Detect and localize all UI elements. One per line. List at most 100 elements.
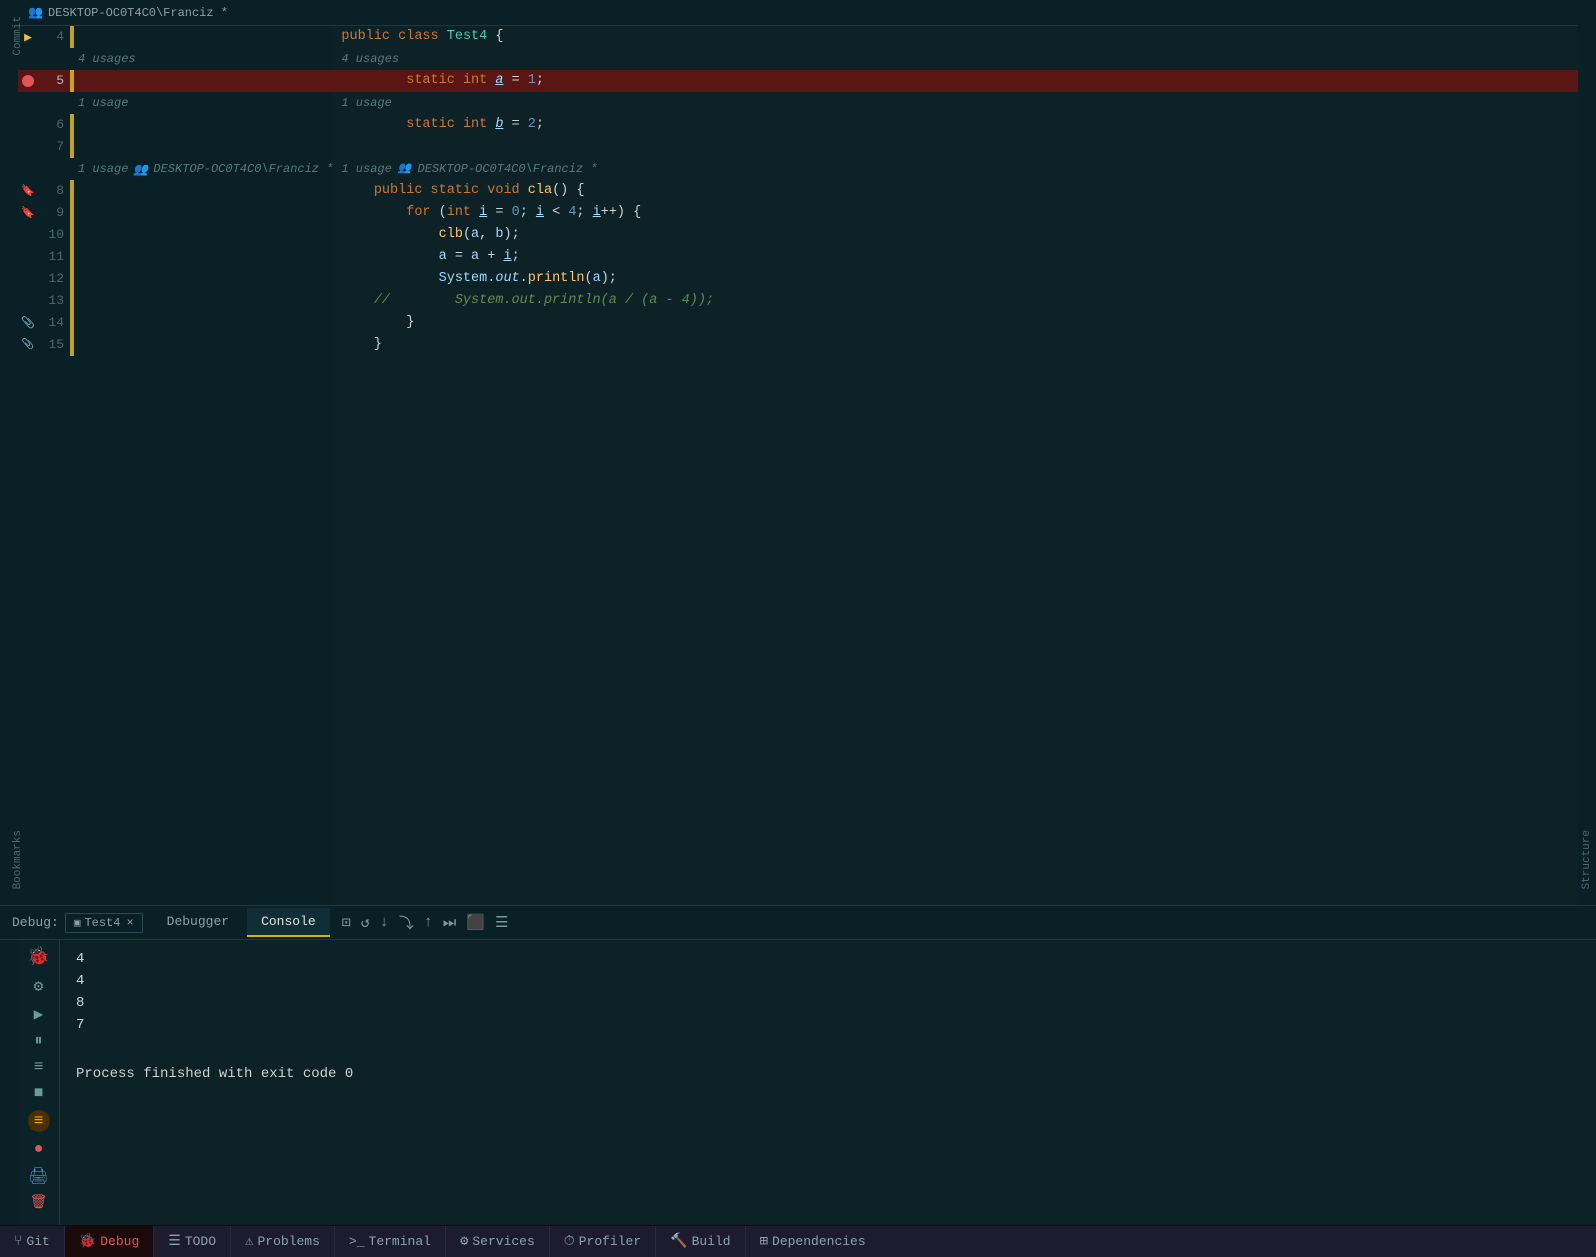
statusbar-problems[interactable]: ⚠ Problems (231, 1226, 335, 1257)
yellow-bar-4 (70, 26, 74, 48)
build-status-icon: 🔨 (670, 1233, 687, 1250)
debug-pause-icon[interactable]: ⏸ (34, 1032, 42, 1050)
console-output-area: 4 4 8 7 Process finished with exit code … (60, 940, 1596, 1225)
gutter-5[interactable] (18, 75, 38, 87)
step-into2-icon[interactable]: ⤵ (399, 912, 414, 933)
debug-threads-icon[interactable]: ≡ (34, 1058, 44, 1076)
gutter-14: 📎 (18, 316, 38, 330)
yellow-bar-7 (70, 136, 74, 158)
step-into-icon[interactable]: ↓ (380, 914, 389, 931)
code-line-12: System.out.println(a); (341, 268, 1578, 290)
debug-bug-icon[interactable]: 🐞 (27, 946, 49, 968)
yellow-bar-10 (70, 224, 74, 246)
problems-status-label: Problems (257, 1234, 319, 1249)
deps-status-label: Dependencies (772, 1234, 866, 1249)
yellow-bar-12 (70, 268, 74, 290)
code-line-7 (341, 136, 1578, 158)
meta-line-5: 1 usage (341, 92, 1578, 114)
code-line-4: public class Test4 { (341, 26, 1578, 48)
debug-thread-dump-icon[interactable]: ≡ (28, 1110, 50, 1132)
evaluate-icon[interactable]: ⬛ (466, 913, 485, 932)
linenum-10: 10 (38, 224, 70, 246)
code-line-14: } (341, 312, 1578, 334)
debug-tab-file: Test4 (84, 916, 120, 930)
gutter-8: 🔖 (18, 184, 38, 198)
tab-console[interactable]: Console (247, 908, 330, 937)
tab-debugger[interactable]: Debugger (153, 908, 243, 937)
git-info-text: DESKTOP-OC0T4C0\Franciz * (48, 6, 228, 20)
debug-title-text: Debug: (12, 915, 59, 930)
debug-left-gutter (0, 940, 18, 1225)
bookmark-15: 📎 (22, 339, 34, 351)
statusbar-terminal[interactable]: >_ Terminal (335, 1226, 446, 1257)
services-status-label: Services (472, 1234, 534, 1249)
statusbar-debug[interactable]: 🐞 Debug (65, 1226, 154, 1257)
statusbar-services[interactable]: ⚙ Services (446, 1226, 550, 1257)
debug-toolbar: ⊡ ↺ ↓ ⤵ ↑ ⏭ ⬛ ☰ (342, 912, 509, 933)
commit-label[interactable]: Commit (9, 10, 27, 62)
console-line-3: 8 (76, 992, 1580, 1014)
linenum-11: 11 (38, 246, 70, 268)
frames-icon[interactable]: ☰ (495, 913, 508, 932)
linenum-9: 9 (38, 202, 70, 224)
statusbar-profiler[interactable]: ⏱ Profiler (550, 1226, 656, 1257)
meta-4-usages: 4 usages (74, 52, 136, 66)
run-to-cursor-icon[interactable]: ⏭ (443, 914, 457, 932)
meta-line-8: 1 usage 👥 DESKTOP-OC0T4C0\Franciz * (341, 158, 1578, 180)
debug-file-tab[interactable]: ▣ Test4 × (65, 913, 143, 933)
statusbar-git[interactable]: ⑂ Git (0, 1226, 65, 1257)
console-line-1: 4 (76, 948, 1580, 970)
debug-restart-icon[interactable]: ● (34, 1140, 44, 1158)
gutter-9: 🔖 (18, 206, 38, 220)
debug-resume-icon[interactable]: ▶ (34, 1004, 44, 1024)
linenum-7: 7 (38, 136, 70, 158)
step-over-icon[interactable]: ↺ (361, 913, 370, 932)
debug-settings-icon[interactable]: ⚙ (34, 976, 44, 996)
bookmarks-label[interactable]: Bookmarks (9, 824, 27, 895)
status-bar: ⑂ Git 🐞 Debug ☰ TODO ⚠ Problems >_ Termi… (0, 1225, 1596, 1257)
meta-8-usage: 1 usage 👥 DESKTOP-OC0T4C0\Franciz * (74, 162, 333, 177)
yellow-bar-9 (70, 202, 74, 224)
services-status-icon: ⚙ (460, 1233, 468, 1250)
todo-status-icon: ☰ (168, 1233, 181, 1250)
todo-status-label: TODO (185, 1234, 216, 1249)
code-content[interactable]: public class Test4 { 4 usages static int… (333, 26, 1578, 905)
debug-more-icon[interactable]: 🗑 (30, 1194, 48, 1211)
debug-status-icon: 🐞 (79, 1233, 96, 1250)
gutter-15: 📎 (18, 339, 38, 351)
debug-content: 🐞 ⚙ ▶ ⏸ ≡ ■ ≡ ● 🖨 🗑 4 4 8 7 Process fini… (0, 940, 1596, 1225)
yellow-bar-14 (70, 312, 74, 334)
console-process-text: Process finished with exit code 0 (76, 1066, 1580, 1082)
bookmark-8: 🔖 (21, 184, 35, 198)
meta-5-usage: 1 usage (74, 96, 128, 110)
linenum-4: 4 (38, 26, 70, 48)
code-line-6: static int b = 2; (341, 114, 1578, 136)
bookmark-9: 🔖 (21, 206, 35, 220)
terminal-status-label: Terminal (369, 1234, 431, 1249)
debug-status-label: Debug (100, 1234, 139, 1249)
code-line-15: } (341, 334, 1578, 356)
debug-stop-icon[interactable]: ■ (34, 1084, 44, 1102)
console-line-2: 4 (76, 970, 1580, 992)
linenum-13: 13 (38, 290, 70, 312)
deps-status-icon: ⊞ (760, 1233, 768, 1250)
statusbar-build[interactable]: 🔨 Build (656, 1226, 745, 1257)
linenum-12: 12 (38, 268, 70, 290)
yellow-bar-6 (70, 114, 74, 136)
yellow-bar-8 (70, 180, 74, 202)
linenum-8: 8 (38, 180, 70, 202)
structure-label[interactable]: Structure (1578, 824, 1596, 895)
split-view-icon[interactable]: ⊡ (342, 913, 351, 932)
git-status-icon: ⑂ (14, 1234, 22, 1250)
linenum-15: 15 (38, 334, 70, 356)
debug-close2-icon[interactable]: 🖨 (28, 1166, 48, 1186)
linenum-6: 6 (38, 114, 70, 136)
yellow-bar-13 (70, 290, 74, 312)
statusbar-todo[interactable]: ☰ TODO (154, 1226, 231, 1257)
yellow-bar-11 (70, 246, 74, 268)
statusbar-dependencies[interactable]: ⊞ Dependencies (746, 1226, 880, 1257)
profiler-status-label: Profiler (579, 1234, 641, 1249)
code-line-5: static int a = 1; (333, 70, 1578, 92)
debug-close-btn[interactable]: × (126, 916, 133, 930)
step-out-icon[interactable]: ↑ (424, 914, 433, 931)
